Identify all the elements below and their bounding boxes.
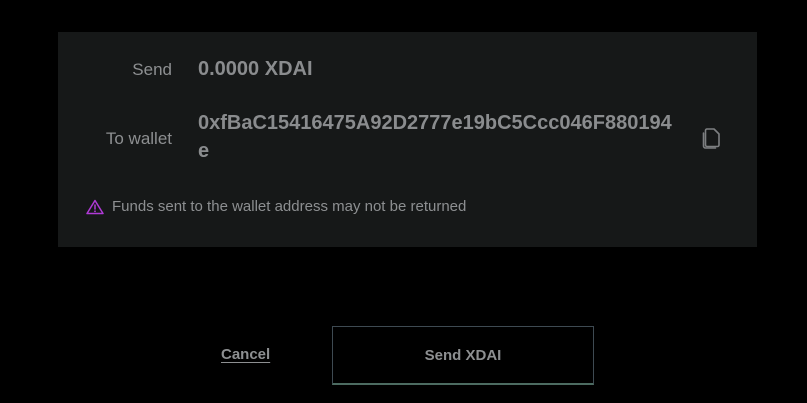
warning-text: Funds sent to the wallet address may not…	[112, 198, 467, 215]
send-confirmation-page: Send 0.0000 XDAI To wallet 0xfBaC1541647…	[0, 0, 807, 403]
warning-triangle-icon	[86, 199, 104, 214]
copy-icon	[702, 128, 720, 149]
wallet-address: 0xfBaC15416475A92D2777e19bC5Ccc046F88019…	[198, 112, 672, 162]
copy-address-button[interactable]	[698, 125, 724, 151]
funds-warning: Funds sent to the wallet address may not…	[86, 198, 466, 215]
send-label: Send	[132, 60, 172, 79]
cancel-button[interactable]: Cancel	[221, 346, 270, 363]
transaction-summary-card: Send 0.0000 XDAI To wallet 0xfBaC1541647…	[58, 32, 757, 247]
wallet-label: To wallet	[105, 129, 172, 148]
send-amount: 0.0000 XDAI	[198, 58, 313, 80]
send-xdai-button[interactable]: Send XDAI	[332, 326, 594, 385]
